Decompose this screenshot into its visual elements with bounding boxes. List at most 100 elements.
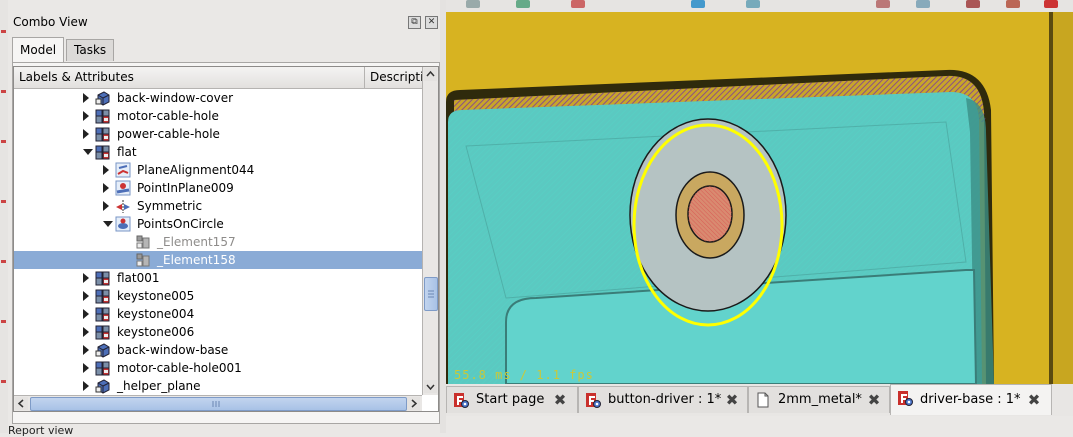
tree-item[interactable]: PlaneAlignment044 <box>14 161 422 179</box>
freecad-doc-icon <box>585 392 601 408</box>
model-tab-panel: Labels & Attributes Description back-win… <box>12 62 440 424</box>
expand-arrow-closed-icon[interactable] <box>83 111 89 121</box>
close-tab-icon[interactable]: ✖ <box>725 393 739 408</box>
tree-item[interactable]: _Element158 <box>14 251 422 269</box>
tree-item-label: flat001 <box>117 271 160 285</box>
expand-arrow-open-icon[interactable] <box>83 149 93 155</box>
expand-arrow-closed-icon[interactable] <box>103 183 109 193</box>
expand-arrow-closed-icon[interactable] <box>83 363 89 373</box>
element-link-icon <box>135 234 151 250</box>
tree-vertical-scrollbar[interactable] <box>422 67 438 395</box>
expand-arrow-closed-icon[interactable] <box>83 327 89 337</box>
toolbar-icon[interactable] <box>1044 0 1058 8</box>
tab-tasks[interactable]: Tasks <box>66 39 115 61</box>
tree-item[interactable]: motor-cable-hole001 <box>14 359 422 377</box>
vertical-scroll-thumb[interactable] <box>424 277 438 311</box>
expand-arrow-closed-icon[interactable] <box>83 273 89 283</box>
tree-item[interactable]: PointInPlane009 <box>14 179 422 197</box>
toolbar-icon[interactable] <box>691 0 705 8</box>
assembly-icon <box>95 288 111 304</box>
assembly-icon <box>95 144 111 160</box>
expand-arrow-closed-icon[interactable] <box>103 165 109 175</box>
toolbar-icon[interactable] <box>876 0 890 8</box>
tree-item-label: keystone006 <box>117 325 195 339</box>
assembly-icon <box>95 306 111 322</box>
doc-tab-start-page[interactable]: Start page ✖ <box>446 386 578 413</box>
fps-counter: 55.8 ms / 1.1 fps <box>454 368 594 382</box>
close-tab-icon[interactable]: ✖ <box>867 393 881 408</box>
tree-item-label: motor-cable-hole001 <box>117 361 242 375</box>
expand-arrow-closed-icon[interactable] <box>83 381 89 391</box>
tree-item[interactable]: keystone004 <box>14 305 422 323</box>
column-labels-attributes[interactable]: Labels & Attributes <box>14 67 364 88</box>
toolbar-icon[interactable] <box>571 0 585 8</box>
tree-item[interactable]: flat001 <box>14 269 422 287</box>
constraint-points-on-circle-icon <box>115 216 131 232</box>
constraint-point-in-plane-icon <box>115 180 131 196</box>
doc-tab-2mm-metal[interactable]: 2mm_metal* ✖ <box>748 386 890 413</box>
constraint-symmetric-icon <box>115 198 131 214</box>
part-body-icon <box>95 378 111 394</box>
expand-arrow-open-icon[interactable] <box>103 221 113 227</box>
toolbar-icon[interactable] <box>516 0 530 8</box>
3d-viewport[interactable]: 55.8 ms / 1.1 fps <box>446 12 1073 384</box>
tree-item[interactable]: keystone005 <box>14 287 422 305</box>
3d-scene[interactable] <box>446 12 1073 384</box>
assembly-icon <box>95 126 111 142</box>
tree-item[interactable]: keystone006 <box>14 323 422 341</box>
combo-view-title: Combo View <box>13 15 88 29</box>
tree-item[interactable]: back-window-cover <box>14 89 422 107</box>
expand-arrow-closed-icon[interactable] <box>83 309 89 319</box>
column-description[interactable]: Description <box>365 67 422 88</box>
tree-item[interactable]: motor-cable-hole <box>14 107 422 125</box>
toolbar-icon[interactable] <box>1006 0 1020 8</box>
tree-item[interactable]: PointsOnCircle <box>14 215 422 233</box>
scroll-right-arrow[interactable] <box>407 397 420 410</box>
tree-item-label: _Element157 <box>157 235 236 249</box>
tree-item-label: PointInPlane009 <box>137 181 234 195</box>
freecad-doc-icon <box>897 390 913 406</box>
tree-horizontal-scrollbar[interactable] <box>14 395 422 411</box>
report-view-title: Report view <box>8 424 74 437</box>
top-toolbar <box>446 0 1073 12</box>
doc-tab-label: Start page <box>476 392 545 407</box>
model-tree[interactable]: Labels & Attributes Description back-win… <box>13 66 439 412</box>
expand-arrow-closed-icon[interactable] <box>83 129 89 139</box>
assembly-icon <box>95 270 111 286</box>
tree-item-label: power-cable-hole <box>117 127 220 141</box>
scroll-down-arrow[interactable] <box>424 380 437 393</box>
doc-tab-label: driver-base : 1* <box>920 392 1021 407</box>
scroll-left-arrow[interactable] <box>15 397 28 410</box>
tree-item[interactable]: back-window-base <box>14 341 422 359</box>
expand-arrow-closed-icon[interactable] <box>83 345 89 355</box>
doc-tab-driver-base[interactable]: driver-base : 1* ✖ <box>890 384 1052 415</box>
constraint-plane-alignment-icon <box>115 162 131 178</box>
assembly-icon <box>95 108 111 124</box>
toolbar-icon[interactable] <box>966 0 980 8</box>
close-tab-icon[interactable]: ✖ <box>553 393 567 408</box>
horizontal-scroll-thumb[interactable] <box>30 397 407 411</box>
float-panel-icon[interactable]: ⧉ <box>408 16 421 29</box>
assembly-icon <box>95 360 111 376</box>
expand-arrow-closed-icon[interactable] <box>83 93 89 103</box>
tree-item[interactable]: _Element157 <box>14 233 422 251</box>
tree-header: Labels & Attributes Description <box>14 67 422 89</box>
tree-item[interactable]: Symmetric <box>14 197 422 215</box>
toolbar-icon[interactable] <box>916 0 930 8</box>
doc-tab-button-driver[interactable]: button-driver : 1* ✖ <box>578 386 748 413</box>
tree-item-label: motor-cable-hole <box>117 109 219 123</box>
tree-item[interactable]: power-cable-hole <box>14 125 422 143</box>
scroll-up-arrow[interactable] <box>424 68 437 81</box>
close-tab-icon[interactable]: ✖ <box>1027 393 1041 408</box>
toolbar-icon[interactable] <box>746 0 760 8</box>
expand-arrow-closed-icon[interactable] <box>83 291 89 301</box>
tree-item[interactable]: flat <box>14 143 422 161</box>
close-panel-icon[interactable]: ✕ <box>425 16 438 29</box>
assembly-icon <box>95 324 111 340</box>
toolbar-icon[interactable] <box>466 0 480 8</box>
document-tabbar: Start page ✖ button-driver : 1* ✖ 2mm_me… <box>446 384 1073 416</box>
tab-model[interactable]: Model <box>12 37 65 62</box>
tree-item[interactable]: _helper_plane <box>14 377 422 395</box>
element-link-icon <box>135 252 151 268</box>
expand-arrow-closed-icon[interactable] <box>103 201 109 211</box>
